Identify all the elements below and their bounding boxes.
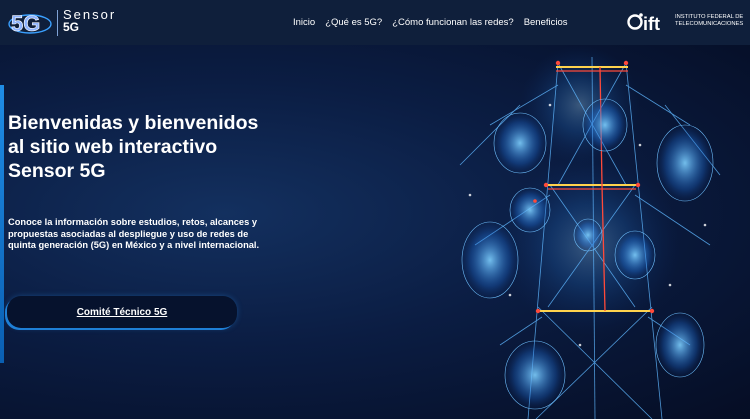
svg-text:ift: ift [643,14,660,34]
nav-item-que-es-5g[interactable]: ¿Qué es 5G? [325,17,382,28]
site-name-line2: 5G [63,20,80,34]
5g-tower-network-illustration-icon [459,45,721,419]
hero-title-line3: Sensor 5G [8,160,106,182]
hero-title-line2: al sitio web interactivo [8,136,218,158]
nav-item-inicio[interactable]: Inicio [293,17,315,28]
hero-description: Conoce la información sobre estudios, re… [8,217,260,250]
svg-text:5G: 5G [11,11,40,36]
sensor-5g-logo-icon[interactable]: 5G [6,7,62,39]
ift-caption-line2: TELECOMUNICACIONES [675,21,744,27]
comite-tecnico-button[interactable]: Comité Técnico 5G [7,296,237,328]
site-name[interactable]: Sensor 5G [63,8,116,34]
page: 5G Sensor 5G Inicio ¿Qué es 5G? ¿Cómo fu… [0,0,750,419]
top-navigation-bar: 5G Sensor 5G Inicio ¿Qué es 5G? ¿Cómo fu… [0,0,750,46]
logo-separator [57,10,58,36]
comite-tecnico-label: Comité Técnico 5G [76,306,168,318]
nav-item-beneficios[interactable]: Beneficios [524,17,568,28]
nav-item-como-funcionan[interactable]: ¿Cómo funcionan las redes? [392,17,513,28]
hero-title: Bienvenidas y bienvenidos al sitio web i… [8,111,308,183]
ift-caption-line1: INSTITUTO FEDERAL DE [675,14,744,20]
hero-section: Bienvenidas y bienvenidos al sitio web i… [0,45,750,419]
left-accent-bar [0,85,4,363]
hero-title-line1: Bienvenidas y bienvenidos [8,112,259,134]
ift-caption: INSTITUTO FEDERAL DE TELECOMUNICACIONES [675,14,743,28]
main-nav: Inicio ¿Qué es 5G? ¿Cómo funcionan las r… [293,0,568,45]
